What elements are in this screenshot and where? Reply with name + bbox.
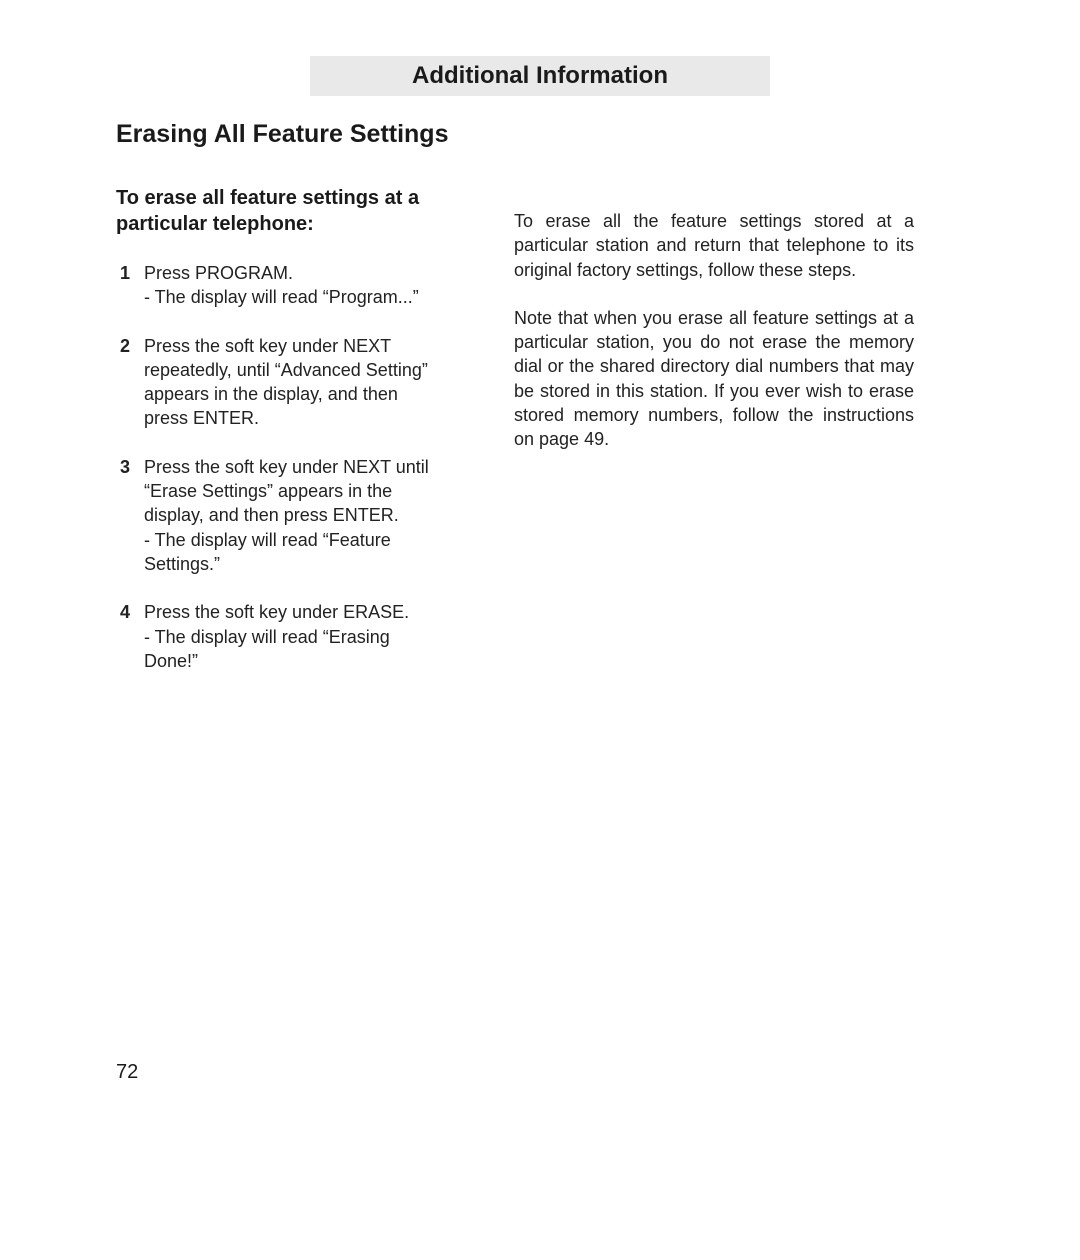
step-text: Press the soft key under ERASE. [144, 602, 409, 622]
page-number: 72 [116, 1061, 138, 1084]
step-2: 2 Press the soft key under NEXT repeated… [116, 334, 446, 431]
step-note: - The display will read “Feature Setting… [144, 528, 446, 577]
step-body: Press the soft key under NEXT repeatedly… [144, 334, 446, 431]
header-band: Additional Information [310, 56, 770, 96]
intro-paragraph: To erase all the feature settings stored… [514, 209, 914, 282]
step-number: 4 [116, 600, 130, 673]
step-number: 2 [116, 334, 130, 431]
content-columns: To erase all feature settings at a parti… [116, 185, 982, 697]
right-column: To erase all the feature settings stored… [514, 185, 914, 697]
step-text: Press the soft key under NEXT repeatedly… [144, 336, 428, 429]
step-text: Press PROGRAM. [144, 263, 293, 283]
step-number: 3 [116, 455, 130, 576]
step-body: Press the soft key under ERASE. - The di… [144, 600, 446, 673]
step-body: Press the soft key under NEXT until “Era… [144, 455, 446, 576]
left-column: To erase all feature settings at a parti… [116, 185, 446, 697]
instructions-subhead: To erase all feature settings at a parti… [116, 185, 446, 237]
step-body: Press PROGRAM. - The display will read “… [144, 261, 446, 310]
step-number: 1 [116, 261, 130, 310]
step-note: - The display will read “Program...” [144, 285, 446, 309]
step-3: 3 Press the soft key under NEXT until “E… [116, 455, 446, 576]
step-text: Press the soft key under NEXT until “Era… [144, 457, 429, 526]
step-1: 1 Press PROGRAM. - The display will read… [116, 261, 446, 310]
section-title: Erasing All Feature Settings [116, 120, 448, 149]
step-note: - The display will read “Erasing Done!” [144, 625, 446, 674]
step-4: 4 Press the soft key under ERASE. - The … [116, 600, 446, 673]
note-paragraph: Note that when you erase all feature set… [514, 306, 914, 452]
page: Additional Information Erasing All Featu… [0, 0, 1080, 1260]
